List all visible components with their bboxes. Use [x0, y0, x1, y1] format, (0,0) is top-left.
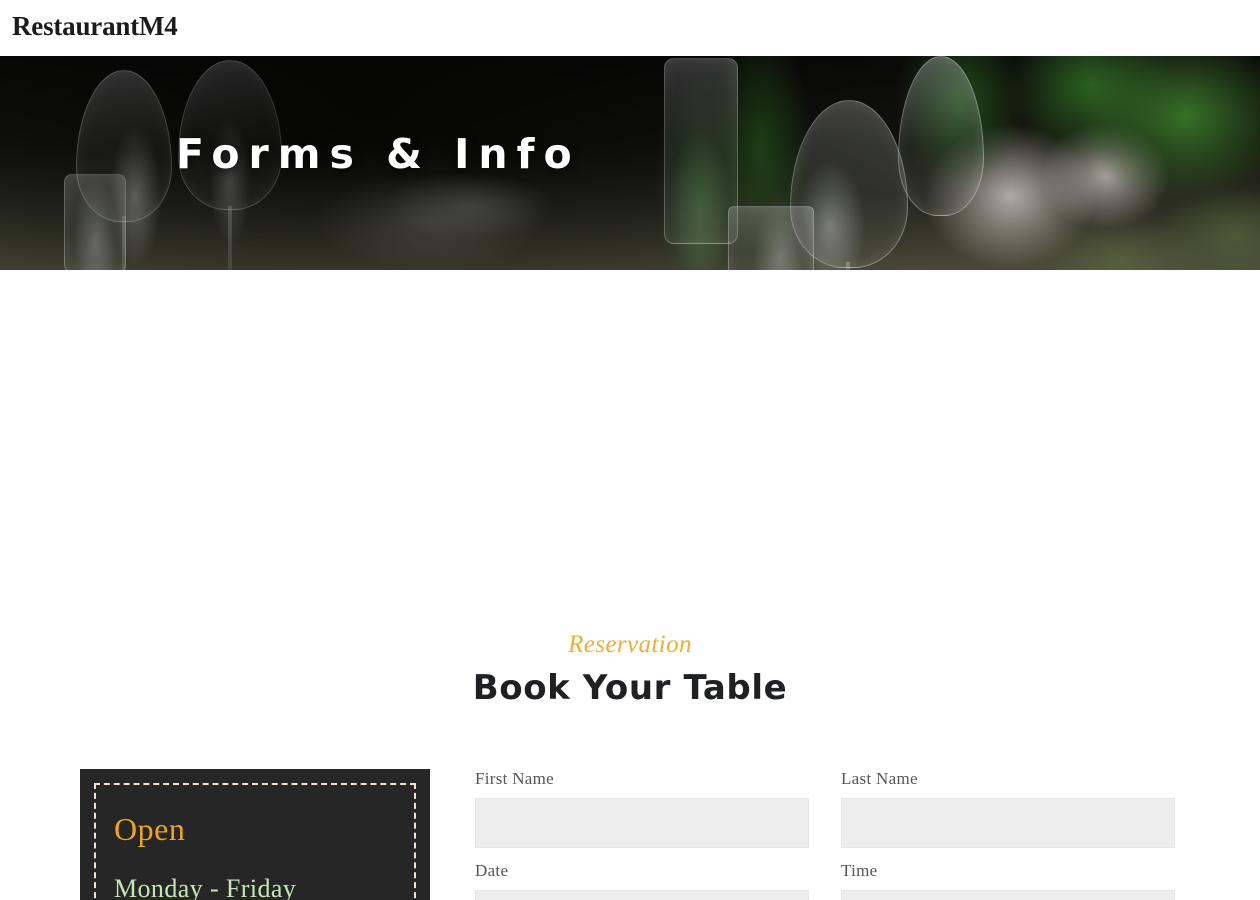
- form-row-datetime: Date Time: [475, 861, 1175, 900]
- date-input[interactable]: [475, 890, 809, 900]
- field-date: Date: [475, 861, 809, 900]
- last-name-label: Last Name: [841, 769, 918, 788]
- reservation-section: Reservation Book Your Table Open Monday …: [0, 270, 1260, 900]
- reservation-form: First Name Last Name Date Time Party Siz…: [475, 769, 1175, 900]
- hero-banner: Forms & Info: [0, 56, 1260, 270]
- opening-hours-inner: Open Monday - Friday 7am - 11am (Breakfa…: [94, 783, 416, 900]
- section-eyebrow: Reservation: [568, 631, 692, 658]
- hours-open-label: Open: [114, 811, 186, 847]
- hours-block-weekday: Monday - Friday 7am - 11am (Breakfast) 1…: [114, 874, 392, 900]
- last-name-input[interactable]: [841, 798, 1175, 848]
- time-label: Time: [841, 861, 878, 880]
- first-name-label: First Name: [475, 769, 555, 788]
- brand-logo[interactable]: RestaurantM4: [12, 11, 178, 42]
- page-title: Forms & Info: [176, 130, 581, 178]
- section-title: Book Your Table: [472, 668, 788, 708]
- first-name-input[interactable]: [475, 798, 809, 848]
- form-row-names: First Name Last Name: [475, 769, 1175, 848]
- field-last-name: Last Name: [841, 769, 1175, 848]
- date-label: Date: [475, 861, 509, 880]
- field-first-name: First Name: [475, 769, 809, 848]
- field-time: Time: [841, 861, 1175, 900]
- time-input[interactable]: [841, 890, 1175, 900]
- hours-days-label: Monday - Friday: [114, 874, 297, 900]
- site-header: RestaurantM4 Watch Video Menu Pages Bloc…: [0, 0, 1260, 56]
- opening-hours-card: Open Monday - Friday 7am - 11am (Breakfa…: [80, 769, 430, 900]
